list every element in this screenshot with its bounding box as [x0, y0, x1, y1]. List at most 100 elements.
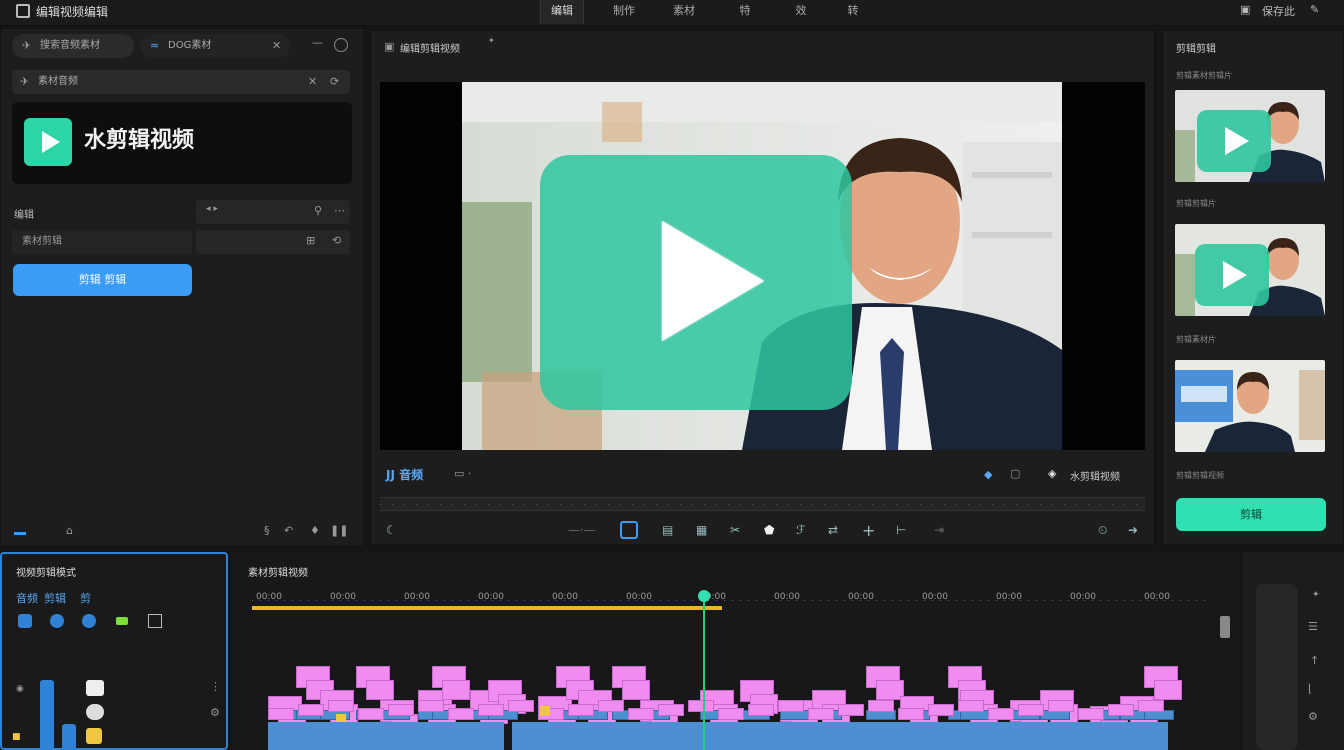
track-lock-icon[interactable]: [86, 728, 102, 744]
timeline-clip[interactable]: [328, 700, 354, 712]
reset-icon[interactable]: ⟲: [332, 234, 341, 247]
next-icon[interactable]: ⇥: [934, 523, 944, 537]
tab-extra[interactable]: 转: [838, 0, 868, 24]
save-label[interactable]: 保存此: [1262, 3, 1295, 19]
big-play-button[interactable]: [540, 155, 852, 410]
timeline-clip[interactable]: [778, 700, 804, 712]
timeline-clip[interactable]: [718, 708, 744, 720]
timeline-clip[interactable]: [358, 708, 384, 720]
timeline-clip[interactable]: [508, 700, 534, 712]
caption-drop-icon[interactable]: ◆: [984, 468, 992, 481]
rewind-icon[interactable]: —·—: [568, 523, 596, 537]
close-icon[interactable]: ✕: [272, 34, 281, 58]
select-tool-icon[interactable]: [620, 521, 638, 539]
timeline-clip[interactable]: [298, 704, 324, 716]
split-icon[interactable]: ⊢: [896, 523, 906, 537]
left-drop-icon[interactable]: ♦: [310, 524, 320, 537]
timeline-scrollbar[interactable]: [1220, 616, 1230, 638]
clip-field[interactable]: 素材剪辑: [12, 230, 192, 254]
timeline-clip[interactable]: [388, 704, 414, 716]
timeline-clip[interactable]: [1018, 704, 1044, 716]
track-eye-icon[interactable]: ◉: [16, 684, 24, 694]
f-icon[interactable]: ℱ: [796, 523, 805, 537]
save-icon[interactable]: ▣: [1240, 3, 1250, 16]
tab-effects[interactable]: 特: [730, 0, 760, 24]
left-s-icon[interactable]: §: [264, 524, 270, 537]
timeline-clip[interactable]: [268, 708, 294, 720]
tab-assets[interactable]: 素材: [664, 0, 704, 24]
timeline-clip[interactable]: [568, 704, 594, 716]
track-mic-icon[interactable]: [86, 704, 104, 720]
preview-pin-icon[interactable]: ✦: [488, 36, 495, 45]
export-button[interactable]: 剪辑: [1176, 498, 1326, 531]
film-icon[interactable]: ▤: [662, 523, 673, 537]
timeline-clip[interactable]: [898, 708, 924, 720]
timeline-clip[interactable]: [1078, 708, 1104, 720]
timeline-clip[interactable]: [418, 700, 444, 712]
zoom-slider[interactable]: [1256, 584, 1298, 750]
timeline-clip[interactable]: [808, 708, 834, 720]
left-home-icon[interactable]: ⌂: [66, 524, 73, 537]
tag-audio[interactable]: 音频: [16, 590, 38, 606]
clip-icon[interactable]: ▦: [696, 523, 707, 537]
playhead-handle[interactable]: [698, 590, 710, 602]
settings-icon[interactable]: ✎: [1310, 3, 1319, 16]
timeline-clip[interactable]: [366, 680, 394, 700]
clip-field-2[interactable]: ⊞ ⟲: [196, 230, 350, 254]
gear-bottom-icon[interactable]: ⚙: [1308, 710, 1318, 723]
link-icon[interactable]: ⇄: [828, 523, 838, 537]
timeline-clip[interactable]: [1048, 700, 1074, 712]
track-tool-5-icon[interactable]: [148, 614, 162, 628]
thumb-3[interactable]: [1175, 360, 1325, 452]
timeline-clip[interactable]: [1108, 704, 1134, 716]
timeline-range-bar[interactable]: [252, 606, 722, 610]
cut-icon[interactable]: ✂: [730, 523, 740, 537]
timeline-clip[interactable]: [628, 708, 654, 720]
timeline-clip[interactable]: [868, 700, 894, 712]
track-level-2[interactable]: [62, 724, 76, 750]
minimize-icon[interactable]: —: [312, 36, 323, 49]
track-side-icon-1[interactable]: ⋮: [210, 680, 221, 693]
gear-icon[interactable]: [334, 38, 348, 52]
prop-more-icon[interactable]: ⋯: [334, 204, 345, 217]
timeline-clip[interactable]: [442, 680, 470, 700]
moon-icon[interactable]: ☾: [386, 523, 397, 537]
timeline-clip[interactable]: [988, 708, 1014, 720]
timeline-clip[interactable]: [838, 704, 864, 716]
zoom-in-icon[interactable]: ✦: [1312, 590, 1320, 600]
timeline-clip[interactable]: [478, 704, 504, 716]
timeline-clip[interactable]: [928, 704, 954, 716]
playhead[interactable]: [703, 596, 705, 750]
video-track-clip[interactable]: [512, 722, 1168, 750]
left-pause-icon[interactable]: ❚❚: [330, 524, 348, 537]
timer-icon[interactable]: ⏲: [1098, 523, 1107, 538]
track-level-1[interactable]: [40, 680, 54, 750]
refresh-icon[interactable]: ⟳: [330, 70, 339, 94]
tag-cut[interactable]: 剪: [80, 590, 91, 606]
up-icon[interactable]: ↑: [1310, 654, 1319, 667]
timeline-clip[interactable]: [622, 680, 650, 700]
left-undo-icon[interactable]: ↶: [284, 524, 293, 537]
layers-icon[interactable]: ☰: [1308, 620, 1318, 633]
timeline-clip[interactable]: [540, 706, 550, 716]
track-tool-1-icon[interactable]: [18, 614, 32, 628]
add-icon[interactable]: +: [862, 521, 875, 540]
timeline-clip[interactable]: [598, 700, 624, 712]
audio-search[interactable]: ✈ 搜索音频素材: [12, 34, 134, 58]
timeline-clip[interactable]: [748, 704, 774, 716]
tab-transitions[interactable]: 效: [786, 0, 816, 24]
prop-lock-icon[interactable]: ⚲: [314, 204, 322, 217]
grid-icon[interactable]: ⊞: [306, 234, 315, 247]
prop-field[interactable]: ◂ ▸ ⚲ ⋯: [196, 200, 350, 224]
thumb-1[interactable]: [1175, 90, 1325, 182]
asset-bar[interactable]: ✈ 素材音频 ✕ ⟳: [12, 70, 350, 94]
shape-icon[interactable]: ⬟: [764, 523, 774, 537]
track-tool-2-icon[interactable]: [50, 614, 64, 628]
timeline-clip[interactable]: [448, 708, 474, 720]
timeline-clip[interactable]: [658, 704, 684, 716]
track-camera-icon[interactable]: [86, 680, 104, 696]
timeline-clip[interactable]: [1138, 700, 1164, 712]
dog-search[interactable]: ≈ DOG素材 ✕: [140, 34, 290, 58]
caption-box-icon[interactable]: ▢: [1010, 467, 1020, 480]
close-bar-icon[interactable]: ✕: [308, 70, 317, 94]
